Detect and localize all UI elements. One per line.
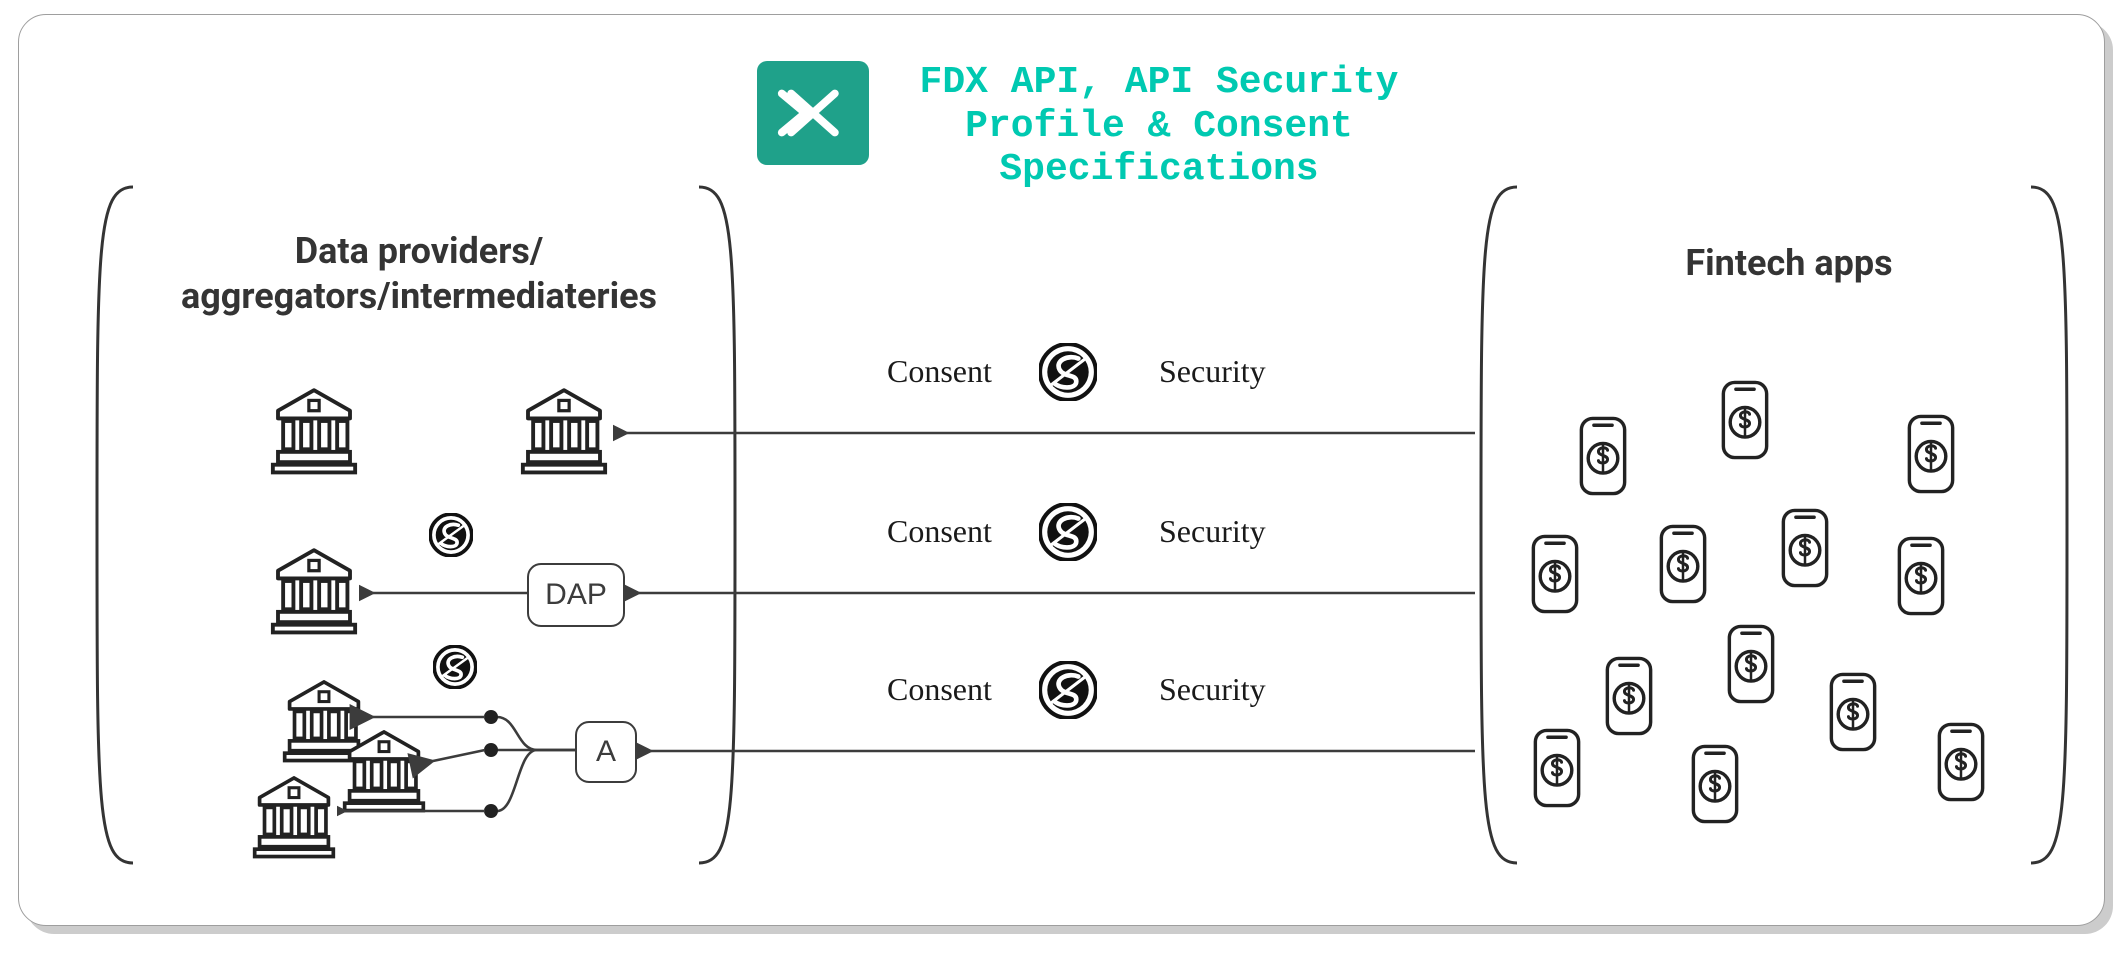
flow-security-label: Security: [1159, 513, 1266, 550]
api-badge-icon: [1039, 343, 1097, 401]
diagram-canvas: FDX API, API Security Profile & Consent …: [0, 0, 2123, 955]
left-heading-line-1: Data providers/: [139, 229, 699, 274]
phone-app-icon: [1689, 743, 1741, 825]
phone-app-icon: [1827, 671, 1879, 753]
title-line-1: FDX API, API Security: [889, 61, 1429, 105]
phone-app-icon: [1577, 415, 1629, 497]
api-badge-icon: [429, 513, 473, 557]
fdx-logo-icon: [757, 61, 869, 165]
bank-icon: [269, 385, 359, 475]
connector-aggregator-to-banks: [337, 693, 587, 843]
phone-app-icon: [1719, 379, 1771, 461]
flow-arrow-2: [625, 579, 1483, 607]
right-panel-close-bracket: [2029, 185, 2077, 865]
flow-consent-label: Consent: [887, 513, 992, 550]
bank-icon: [251, 773, 337, 859]
bank-icon: [519, 385, 609, 475]
bank-icon: [269, 545, 359, 635]
phone-app-icon: [1895, 535, 1947, 617]
flow-consent-label: Consent: [887, 671, 992, 708]
phone-app-icon: [1779, 507, 1831, 589]
left-panel-heading: Data providers/ aggregators/intermediate…: [139, 229, 699, 319]
title-line-3: Specifications: [889, 148, 1429, 192]
flow-arrow-1: [613, 419, 1483, 447]
title-line-2: Profile & Consent: [889, 105, 1429, 149]
right-panel-heading: Fintech apps: [1569, 241, 2009, 286]
api-badge-icon: [1039, 503, 1097, 561]
connector-dap-to-bank: [359, 581, 531, 605]
page-title: FDX API, API Security Profile & Consent …: [889, 61, 1429, 192]
phone-app-icon: [1905, 413, 1957, 495]
api-badge-icon: [1039, 661, 1097, 719]
left-heading-line-2: aggregators/intermediateries: [139, 274, 699, 319]
phone-app-icon: [1935, 721, 1987, 803]
phone-app-icon: [1657, 523, 1709, 605]
phone-app-icon: [1531, 727, 1583, 809]
dap-node: DAP: [527, 563, 625, 627]
flow-security-label: Security: [1159, 353, 1266, 390]
phone-app-icon: [1725, 623, 1777, 705]
api-badge-icon: [433, 645, 477, 689]
flow-security-label: Security: [1159, 671, 1266, 708]
diagram-card: FDX API, API Security Profile & Consent …: [18, 14, 2105, 926]
phone-app-icon: [1603, 655, 1655, 737]
flow-arrow-3: [637, 737, 1483, 765]
left-panel-open-bracket: [87, 185, 135, 865]
flow-consent-label: Consent: [887, 353, 992, 390]
phone-app-icon: [1529, 533, 1581, 615]
